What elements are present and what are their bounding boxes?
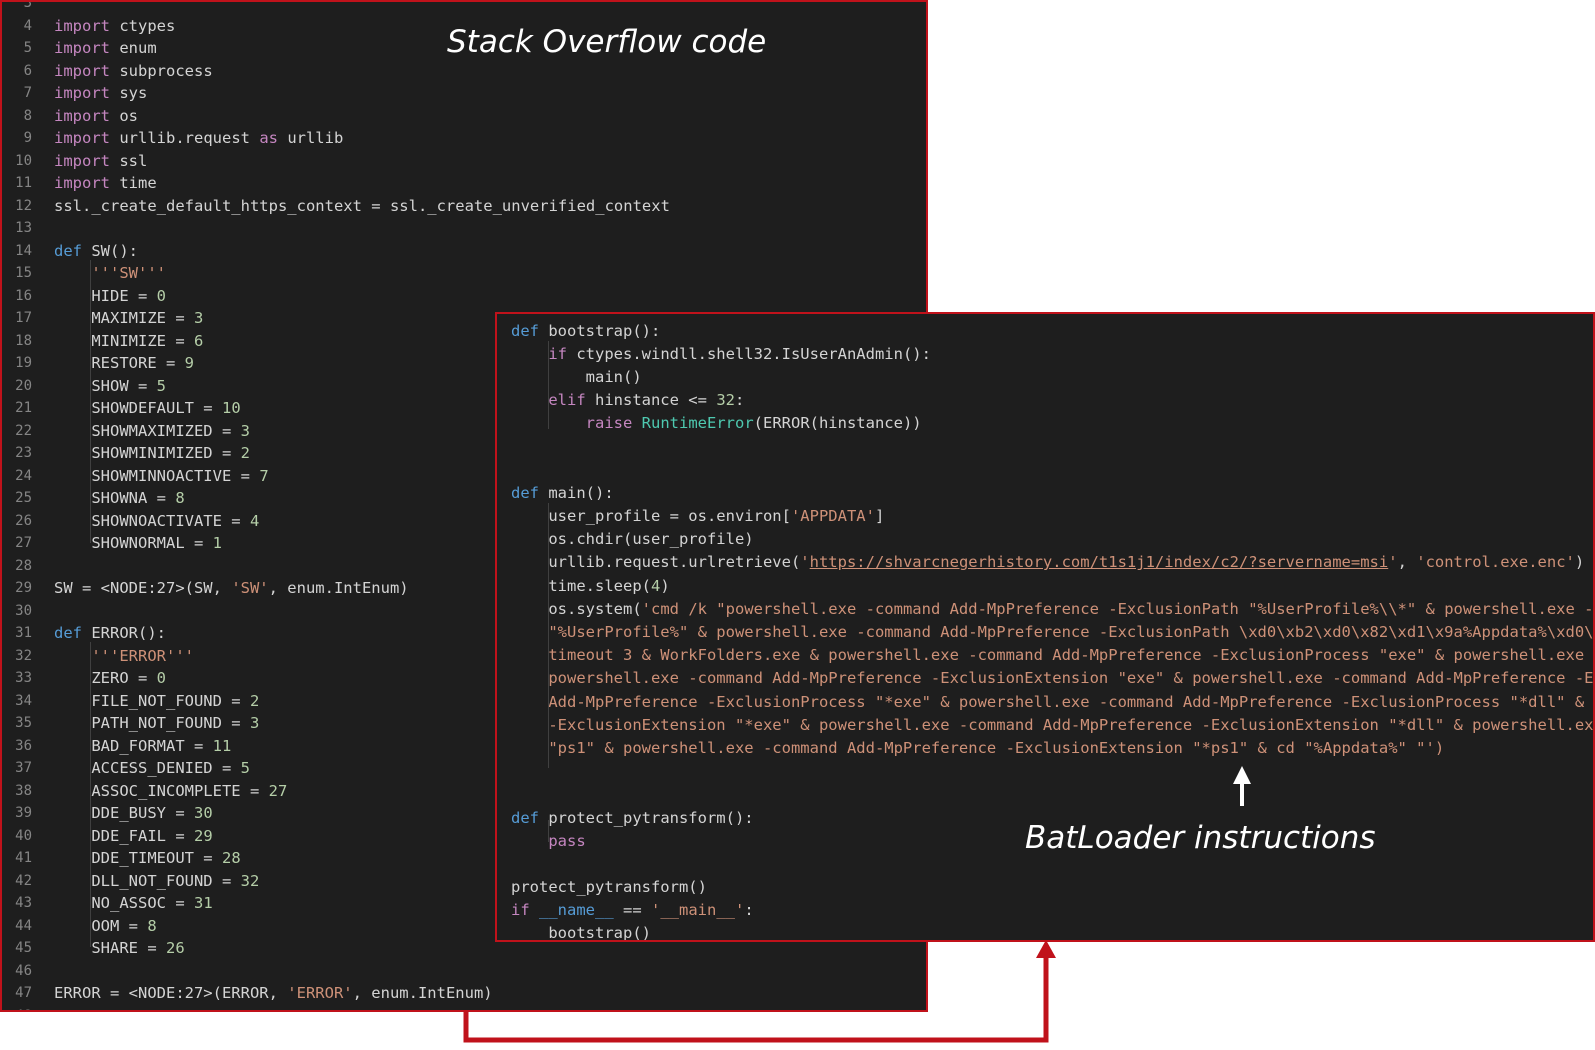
connector-line [463, 952, 1049, 1043]
connector-arrowhead [1036, 940, 1056, 958]
pointer-arrowhead [1233, 766, 1251, 784]
connector-arrows [463, 766, 1251, 1043]
